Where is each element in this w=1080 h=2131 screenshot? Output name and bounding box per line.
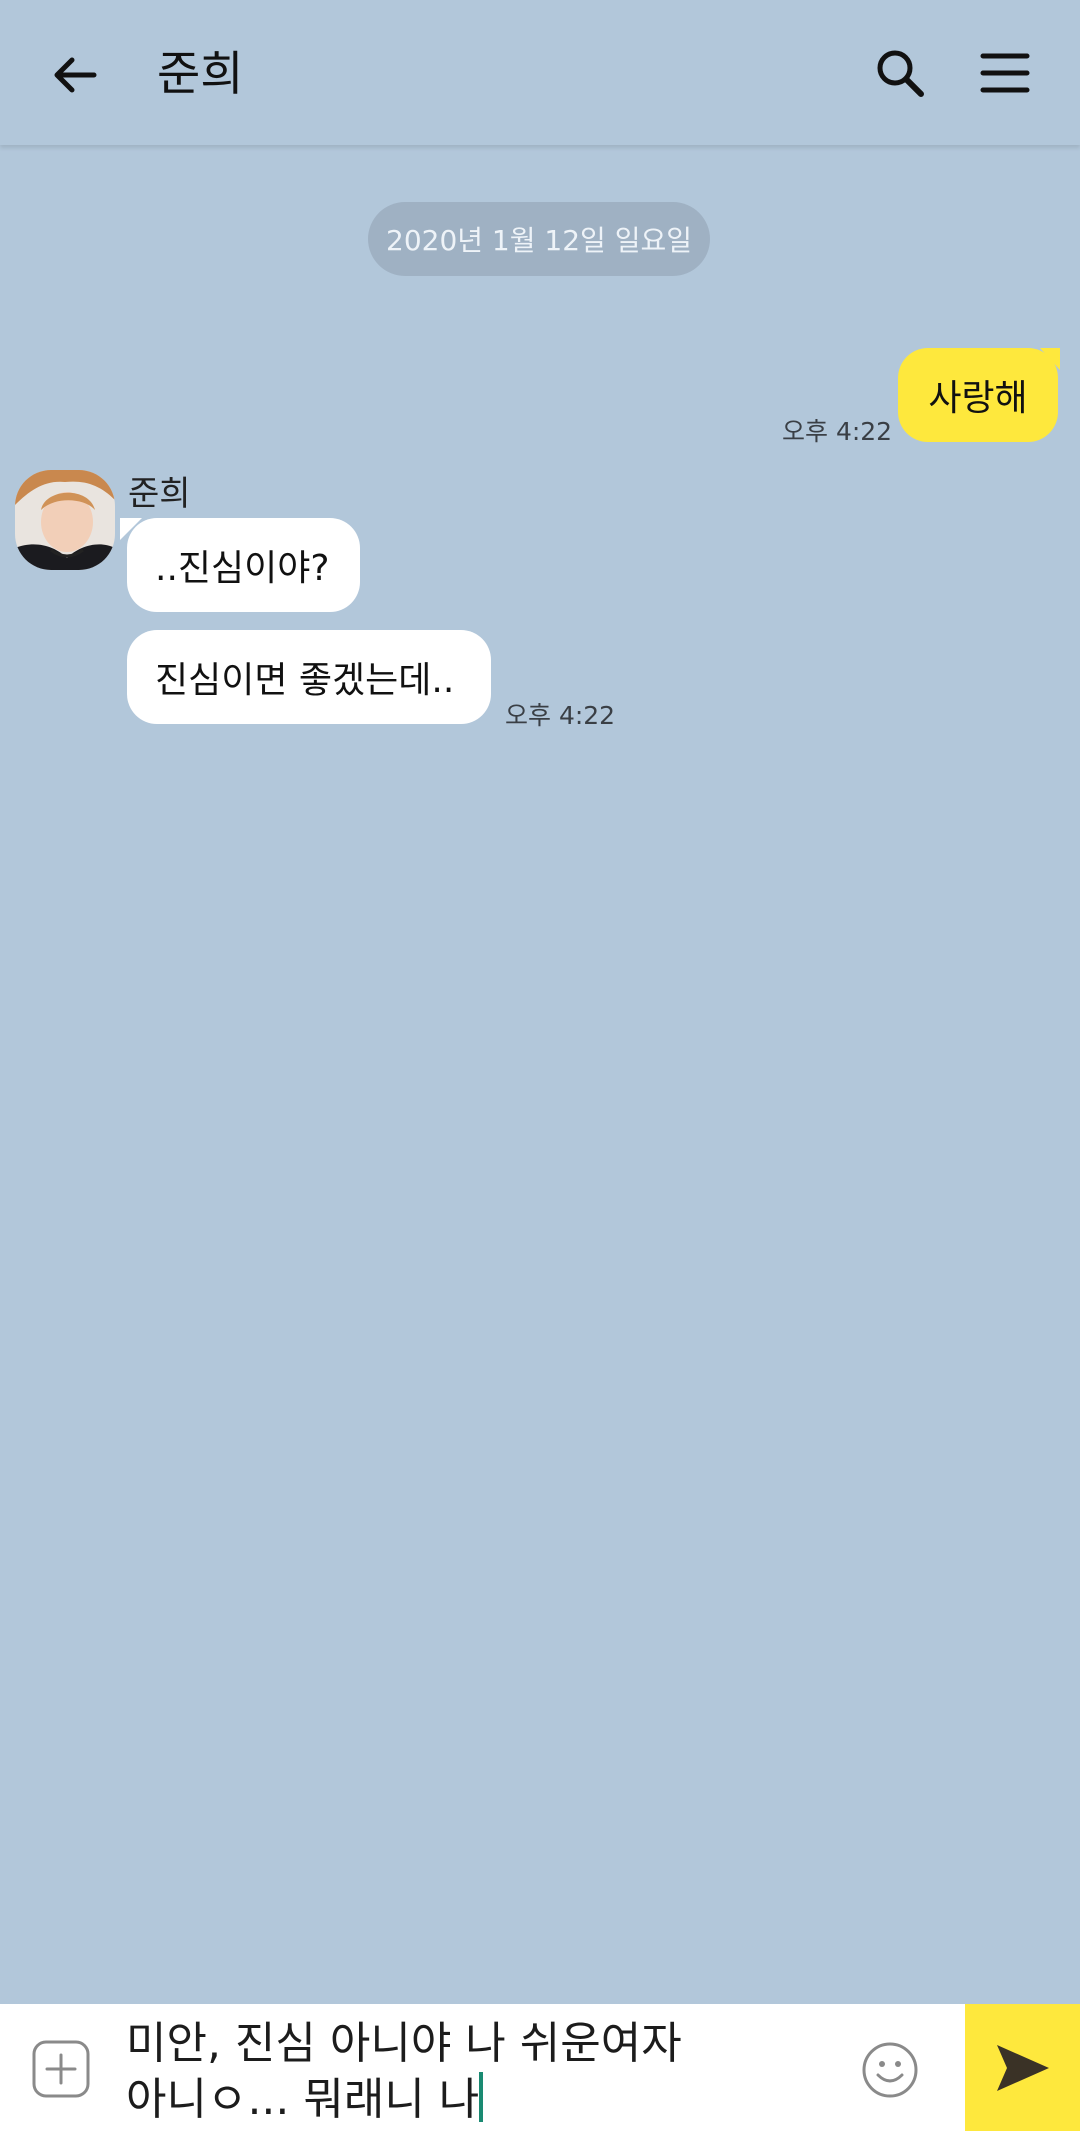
message-time: 오후 4:22 — [505, 701, 616, 730]
chat-header: 준희 — [0, 0, 1080, 145]
message-input-text: 미안, 진심 아니야 나 쉬운여자 아니ㅇ... 뭐래니 나 — [126, 2018, 682, 2125]
menu-button[interactable] — [970, 38, 1040, 108]
search-icon — [877, 50, 924, 97]
outgoing-message-bubble[interactable]: 사랑해 — [898, 348, 1058, 442]
send-button[interactable] — [965, 2004, 1080, 2131]
send-icon — [996, 2044, 1049, 2091]
incoming-message-bubble[interactable]: ..진심이야? — [127, 518, 360, 612]
emoji-button[interactable] — [860, 2040, 920, 2100]
chat-title: 준희 — [157, 47, 244, 102]
message-input[interactable]: 미안, 진심 아니야 나 쉬운여자 아니ㅇ... 뭐래니 나 — [126, 2016, 826, 2128]
date-divider: 2020년 1월 12일 일요일 — [368, 202, 710, 276]
hamburger-menu-icon — [980, 53, 1030, 93]
sender-name: 준희 — [128, 474, 191, 514]
arrow-left-icon — [54, 57, 97, 93]
back-button[interactable] — [40, 40, 110, 110]
search-button[interactable] — [865, 38, 935, 108]
avatar[interactable] — [15, 470, 115, 570]
text-caret — [479, 2072, 484, 2122]
emoji-icon — [862, 2042, 918, 2098]
attach-button[interactable] — [32, 2040, 90, 2098]
plus-icon — [32, 2040, 90, 2098]
message-time: 오후 4:22 — [782, 417, 893, 446]
incoming-message-bubble[interactable]: 진심이면 좋겠는데.. — [127, 630, 491, 724]
message-input-bar: 미안, 진심 아니야 나 쉬운여자 아니ㅇ... 뭐래니 나 — [0, 2004, 1080, 2131]
